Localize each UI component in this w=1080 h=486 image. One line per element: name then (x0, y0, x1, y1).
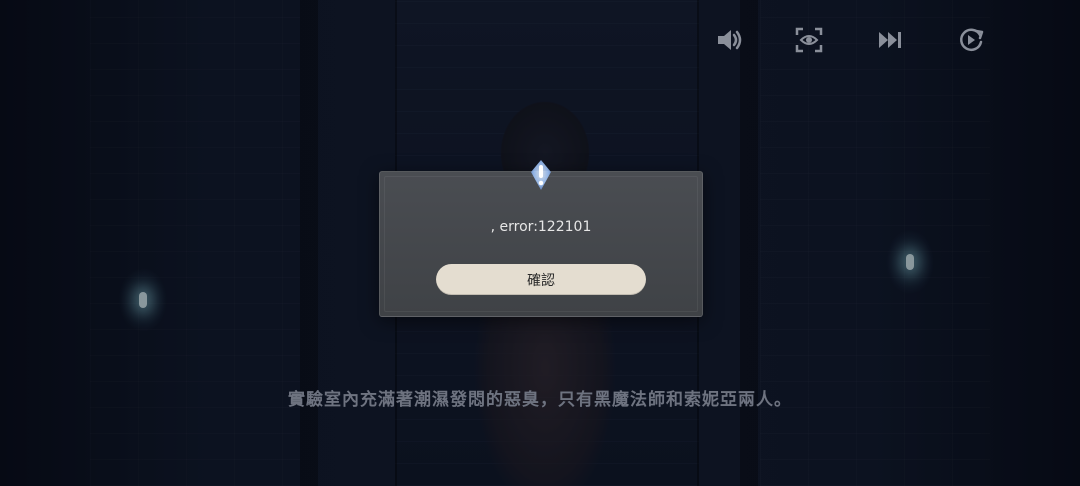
confirm-button[interactable]: 確認 (436, 264, 646, 295)
skip-icon (879, 32, 901, 48)
hide-ui-icon (795, 27, 823, 53)
hide-ui-button[interactable] (793, 24, 825, 56)
error-message: , error:122101 (490, 219, 592, 235)
auto-play-icon (960, 28, 984, 52)
game-scene: 實驗室內充滿著潮濕發悶的惡臭，只有黑魔法師和索妮亞兩人。 , error:122… (0, 0, 1080, 486)
volume-button[interactable] (713, 24, 745, 56)
auto-play-button[interactable] (955, 24, 987, 56)
confirm-button-label: 確認 (527, 272, 555, 289)
alert-icon (531, 160, 551, 190)
skip-button[interactable] (874, 24, 906, 56)
dialogue-subtitle: 實驗室內充滿著潮濕發悶的惡臭，只有黑魔法師和索妮亞兩人。 (288, 390, 792, 410)
error-dialog: , error:122101 確認 (379, 160, 703, 317)
volume-icon (718, 30, 742, 50)
